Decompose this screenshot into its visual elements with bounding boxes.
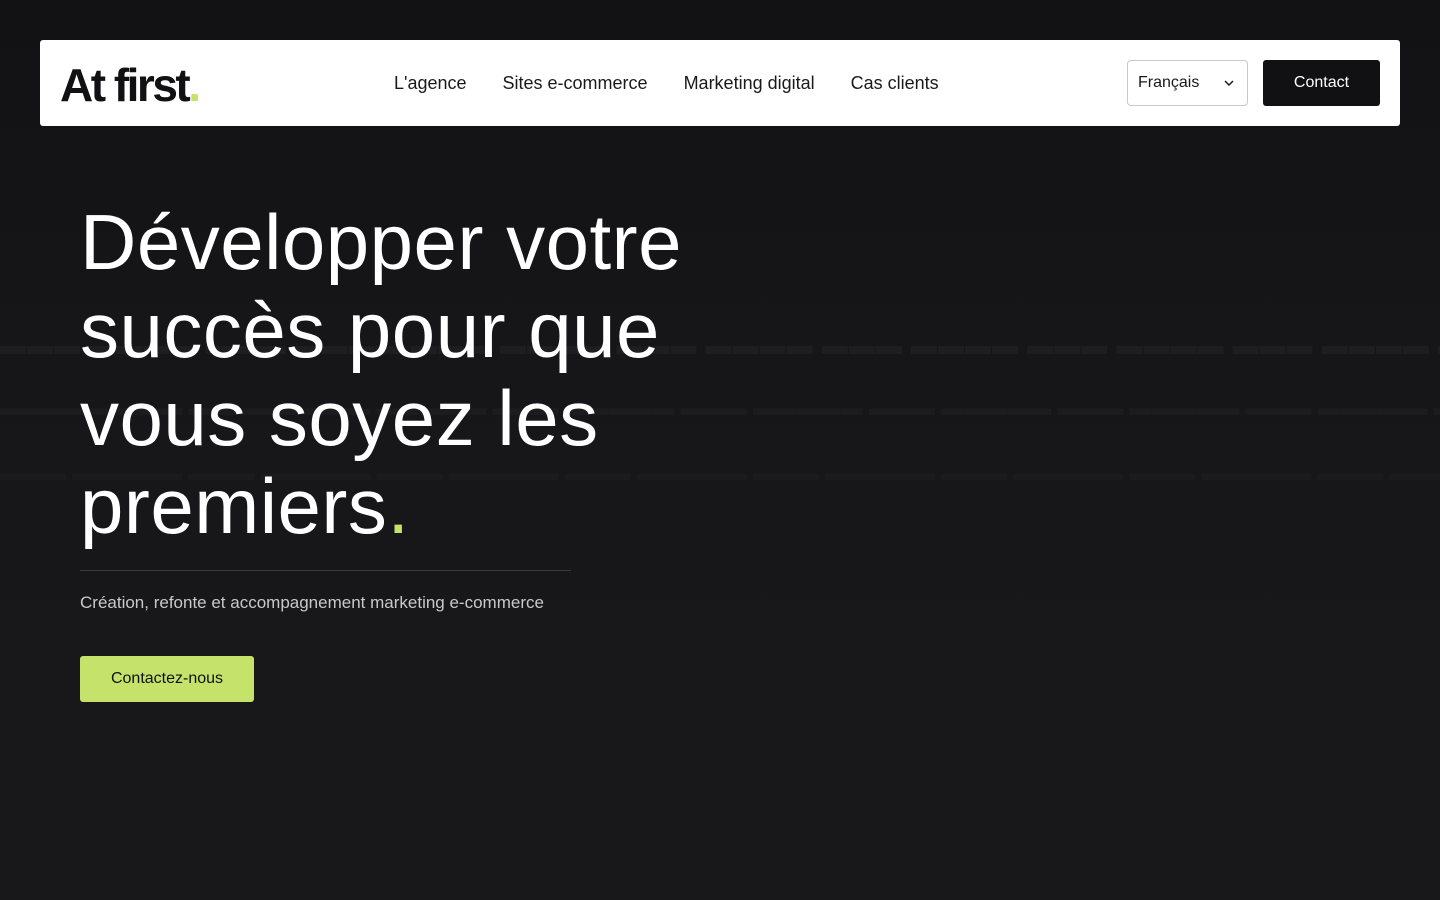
chevron-down-icon [1224, 80, 1234, 87]
hero-divider [80, 570, 571, 571]
nav-item-marketing-digital[interactable]: Marketing digital [684, 73, 815, 94]
main-nav: L'agence Sites e-commerce Marketing digi… [394, 40, 939, 126]
hero-subtitle: Création, refonte et accompagnement mark… [80, 593, 544, 612]
nav-item-cas-clients[interactable]: Cas clients [851, 73, 939, 94]
site-header: At first. L'agence Sites e-commerce Mark… [40, 40, 1400, 126]
nav-item-sites-ecommerce[interactable]: Sites e-commerce [503, 73, 648, 94]
contact-button[interactable]: Contact [1263, 60, 1380, 106]
language-select-value: Français [1138, 74, 1200, 91]
logo-text: At first [60, 59, 191, 111]
nav-item-agence[interactable]: L'agence [394, 73, 467, 94]
hero-title: Développer votre succès pour que vous so… [80, 198, 780, 550]
contact-us-button[interactable]: Contactez-nous [80, 656, 254, 702]
language-select[interactable]: Français [1127, 60, 1248, 106]
hero-title-text: Développer votre succès pour que vous so… [80, 198, 682, 550]
logo-dot: . [188, 59, 201, 111]
page: ▬▬▬ ▬▬▬▬ ▬▬▬ ▬▬▬▬ ▬▬▬ ▬▬▬▬ ▬▬▬ ▬▬▬▬ ▬▬▬ … [0, 0, 1440, 900]
logo[interactable]: At first. [60, 58, 201, 111]
hero-title-dot: . [387, 462, 410, 550]
